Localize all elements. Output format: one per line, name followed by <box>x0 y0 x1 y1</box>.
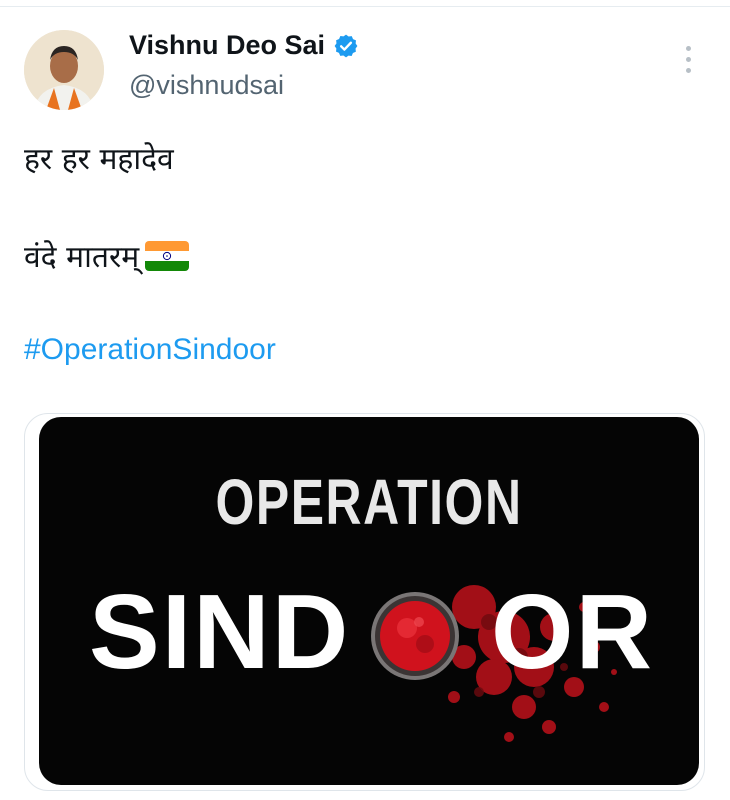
top-divider <box>0 0 730 7</box>
tweet-media-image[interactable]: OPERATION SIND OR <box>39 417 699 785</box>
tweet-text-line2: वंदे मातरम् <box>24 235 190 276</box>
more-options-icon[interactable] <box>678 46 698 80</box>
tweet-text-vande-mataram: वंदे मातरम् <box>24 240 140 275</box>
verified-badge-icon <box>334 34 358 57</box>
author-name[interactable]: Vishnu Deo Sai <box>129 30 325 61</box>
media-title-sindoor: SIND OR <box>39 572 699 692</box>
author-handle[interactable]: @vishnudsai <box>129 70 284 101</box>
media-title-or: OR <box>491 573 654 691</box>
media-title-operation: OPERATION <box>215 466 523 538</box>
avatar-photo <box>24 30 104 110</box>
tweet-text-line1: हर हर महादेव <box>24 142 174 177</box>
india-flag-icon <box>145 240 190 271</box>
author-row: Vishnu Deo Sai <box>129 30 359 61</box>
media-title-sind: SIND <box>89 573 351 691</box>
sindoor-bowl-icon <box>371 592 459 680</box>
hashtag-link[interactable]: #OperationSindoor <box>24 333 276 367</box>
avatar[interactable] <box>24 30 104 110</box>
